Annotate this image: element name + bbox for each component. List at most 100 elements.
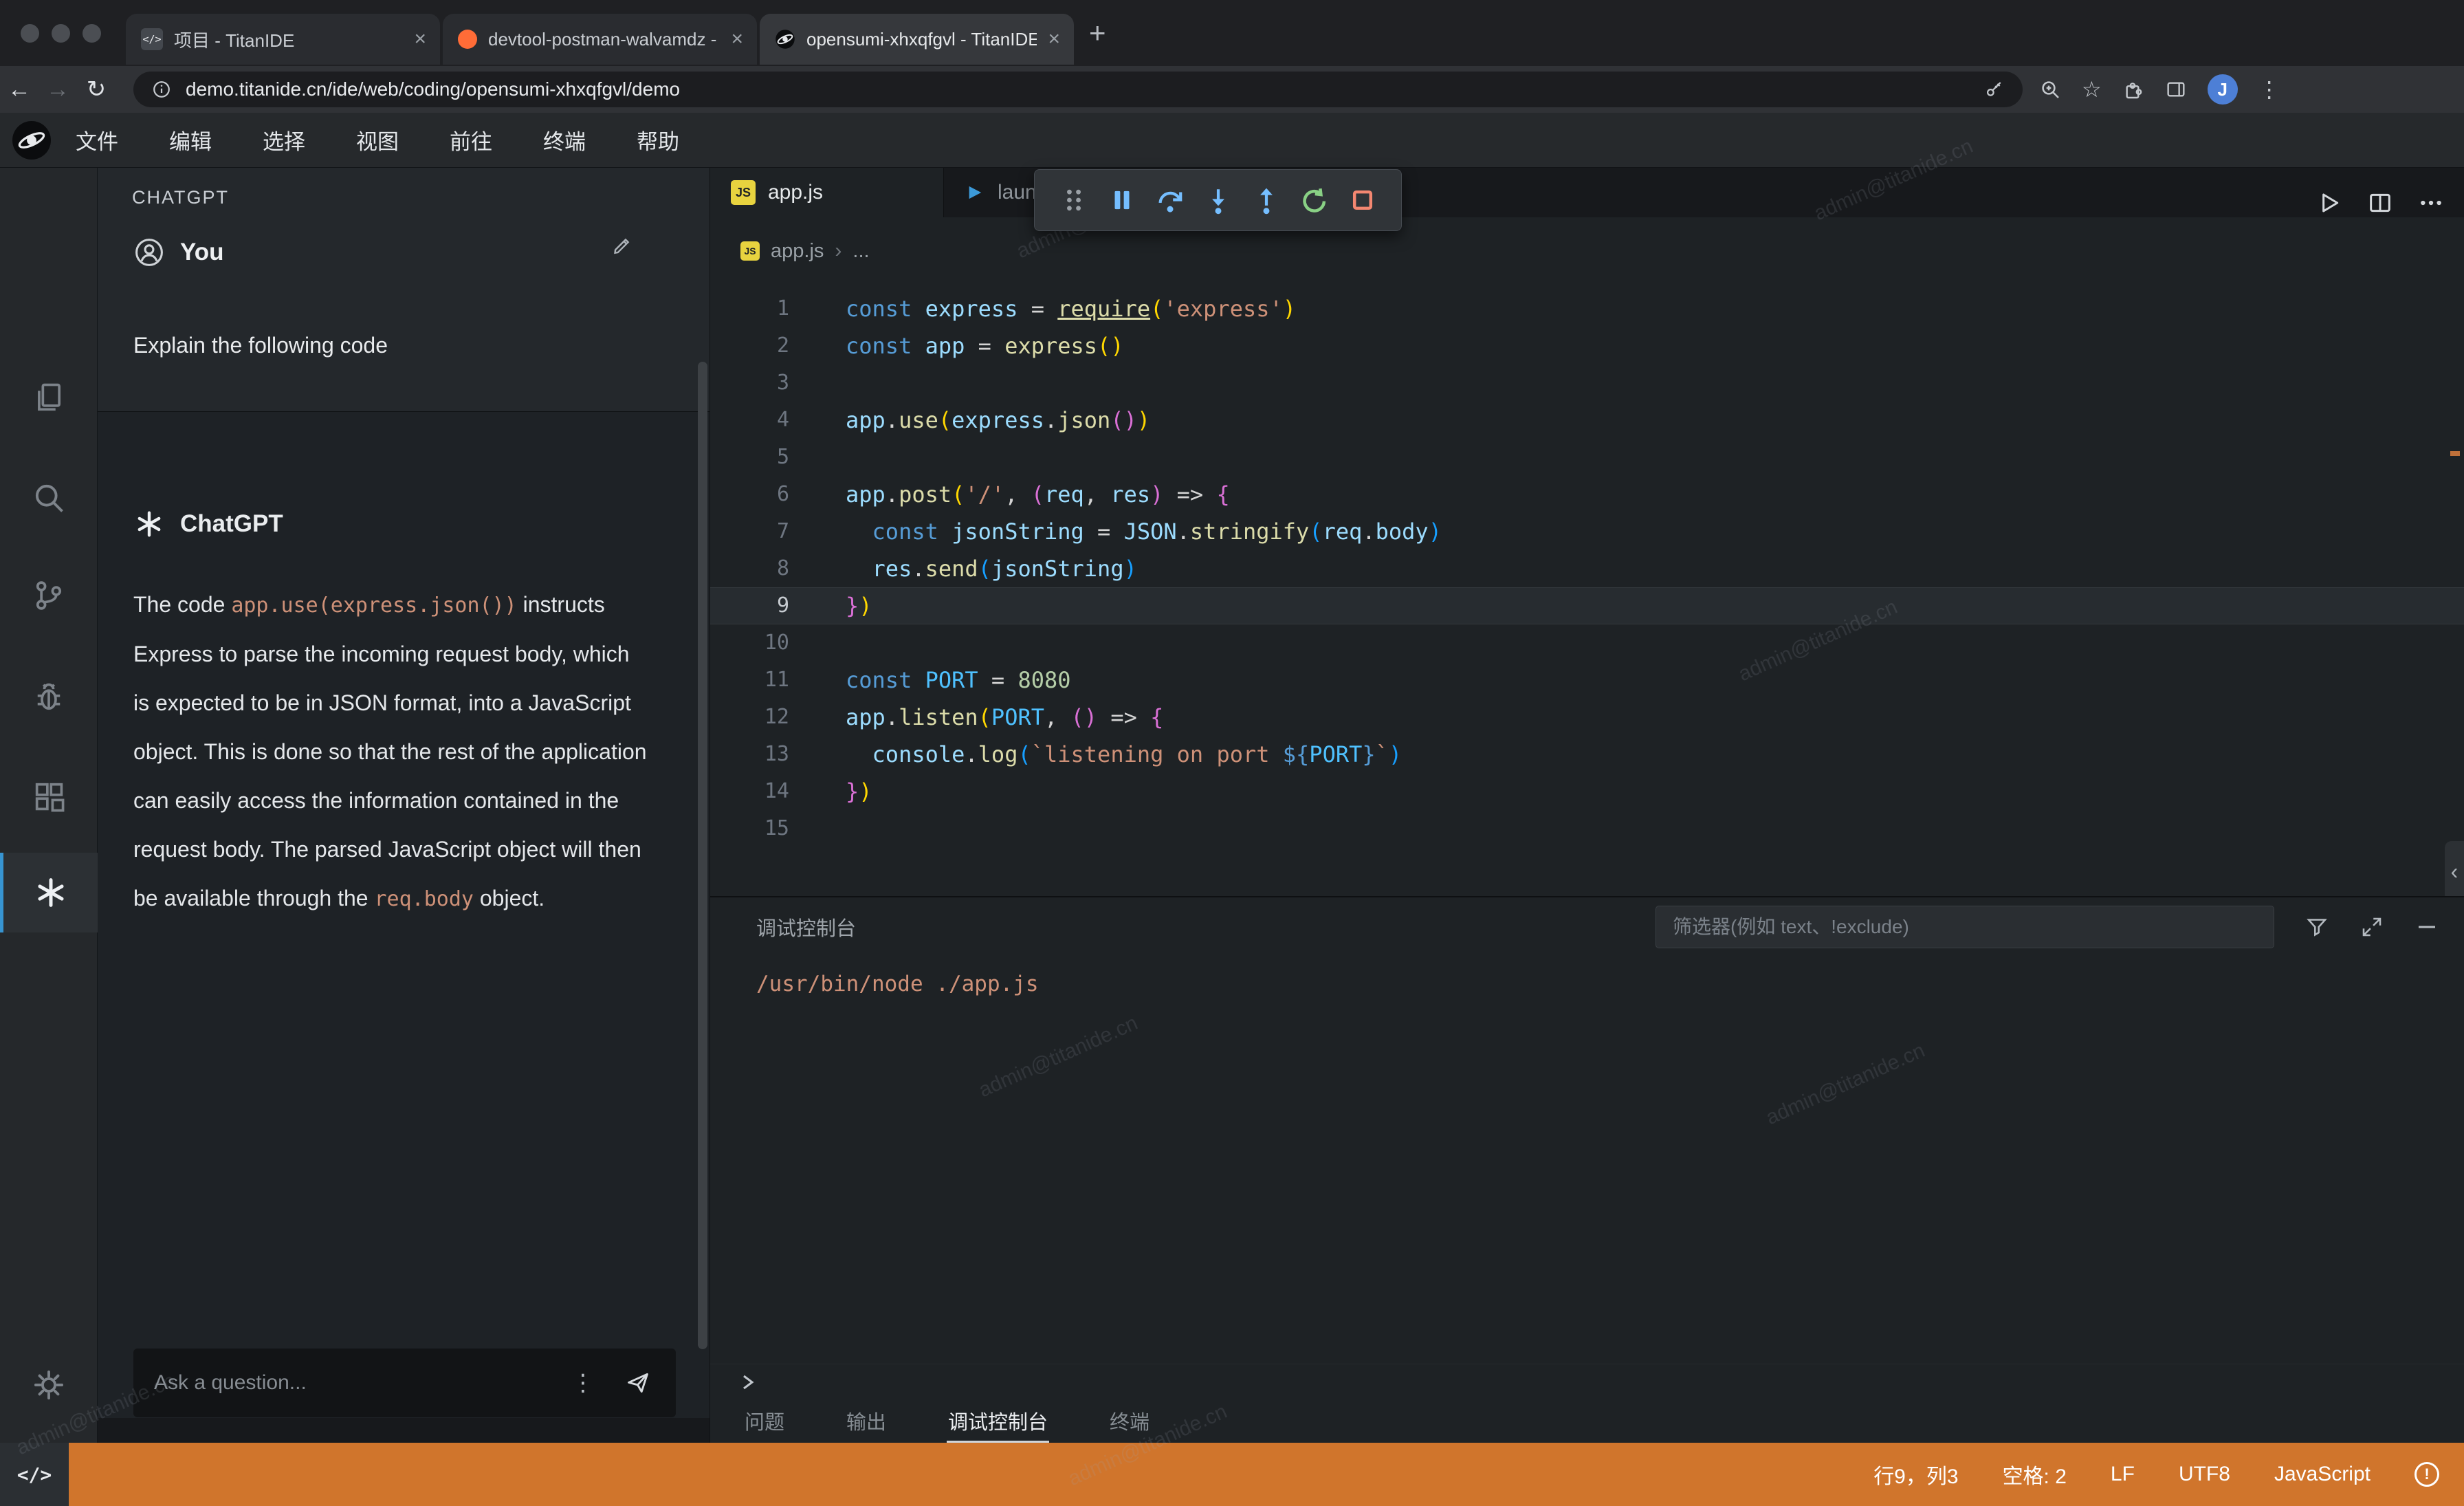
debug-console-panel: 调试控制台 /usr/bin/node ./app.js [710, 896, 2464, 1399]
menu-edit[interactable]: 编辑 [169, 124, 212, 155]
titanide-logo-icon[interactable] [12, 121, 51, 160]
filter-icon[interactable] [2304, 915, 2329, 939]
prompt-chevron-icon [738, 1372, 758, 1393]
editor-tab-appjs[interactable]: JS app.js [710, 168, 944, 217]
status-encoding[interactable]: UTF8 [2179, 1463, 2230, 1486]
chat-scrollbar[interactable] [698, 362, 707, 1349]
bookmark-star-icon[interactable]: ☆ [2082, 76, 2102, 102]
breadcrumb[interactable]: JS app.js › ... [740, 220, 870, 282]
reload-icon[interactable]: ↻ [77, 76, 116, 103]
traffic-light-minimize[interactable] [52, 24, 70, 43]
debug-step-over-icon[interactable] [1156, 186, 1185, 215]
status-cursor-position[interactable]: 行9，列3 [1873, 1459, 1958, 1489]
password-key-icon[interactable] [1984, 79, 2005, 100]
console-filter-input[interactable] [1656, 916, 2274, 938]
search-icon[interactable] [0, 458, 98, 538]
code-line[interactable]: 10 [710, 624, 2464, 662]
code-line[interactable]: 12app.listen(PORT, () => { [710, 699, 2464, 736]
console-output-line: /usr/bin/node ./app.js [756, 972, 1039, 996]
tab-close-icon[interactable]: × [414, 29, 426, 50]
debug-restart-icon[interactable] [1300, 186, 1329, 215]
code-line[interactable]: 13 console.log(`listening on port ${PORT… [710, 736, 2464, 773]
panel-tab-output[interactable]: 输出 [845, 1401, 888, 1441]
code-line[interactable]: 5 [710, 439, 2464, 476]
js-file-icon: JS [740, 241, 760, 261]
menu-go[interactable]: 前往 [450, 124, 492, 155]
status-indentation[interactable]: 空格: 2 [2003, 1459, 2067, 1489]
menu-selection[interactable]: 选择 [263, 124, 305, 155]
browser-tab-active[interactable]: opensumi-xhxqfgvl - TitanIDE × [760, 14, 1074, 65]
zoom-search-icon[interactable] [2039, 78, 2061, 100]
menu-terminal[interactable]: 终端 [543, 124, 586, 155]
code-line[interactable]: 1const express = require('express') [710, 290, 2464, 327]
edit-icon[interactable] [610, 234, 634, 257]
extensions-puzzle-icon[interactable] [2122, 78, 2144, 100]
tab-close-icon[interactable]: × [1048, 29, 1060, 50]
traffic-light-close[interactable] [21, 24, 39, 43]
maximize-panel-icon[interactable] [2360, 915, 2384, 939]
menu-file[interactable]: 文件 [76, 124, 118, 155]
browser-menu-kebab-icon[interactable]: ⋮ [2258, 76, 2280, 102]
source-control-icon[interactable] [0, 556, 98, 635]
address-bar[interactable]: demo.titanide.cn/ide/web/coding/opensumi… [133, 72, 2023, 107]
explorer-files-icon[interactable] [0, 358, 98, 437]
extensions-icon[interactable] [0, 756, 98, 836]
status-language[interactable]: JavaScript [2274, 1463, 2370, 1486]
browser-tab[interactable]: devtool-postman-walvamdz - × [443, 14, 757, 65]
debug-stop-icon[interactable] [1348, 186, 1377, 215]
site-info-icon[interactable] [151, 79, 172, 100]
code-line[interactable]: 4app.use(express.json()) [710, 402, 2464, 439]
code-line[interactable]: 7 const jsonString = JSON.stringify(req.… [710, 513, 2464, 550]
browser-tab[interactable]: </> 项目 - TitanIDE × [126, 14, 440, 65]
dev-mode-icon[interactable]: </> [0, 1443, 69, 1506]
send-icon[interactable] [625, 1370, 651, 1396]
chat-options-kebab-icon[interactable]: ⋮ [571, 1369, 595, 1397]
side-panel-icon[interactable] [2165, 78, 2187, 100]
tab-close-icon[interactable]: × [731, 29, 743, 50]
panel-title: CHATGPT [132, 187, 229, 208]
code-line[interactable]: 8 res.send(jsonString) [710, 550, 2464, 587]
debug-pause-icon[interactable] [1108, 186, 1136, 215]
traffic-light-zoom[interactable] [82, 24, 101, 43]
code-line[interactable]: 14}) [710, 773, 2464, 810]
code-line[interactable]: 9}) [710, 587, 2464, 624]
status-eol[interactable]: LF [2111, 1463, 2135, 1486]
panel-tab-debug-console[interactable]: 调试控制台 [947, 1401, 1049, 1441]
editor-actions [2316, 189, 2445, 217]
back-icon[interactable]: ← [0, 76, 38, 103]
menu-view[interactable]: 视图 [356, 124, 399, 155]
breadcrumb-file[interactable]: app.js [771, 240, 824, 263]
code-line[interactable]: 2const app = express() [710, 327, 2464, 364]
minimize-panel-icon[interactable] [2414, 915, 2439, 939]
right-panel-toggle[interactable]: ‹ [2445, 841, 2464, 902]
notifications-icon[interactable]: ! [2414, 1462, 2439, 1487]
chatgpt-icon[interactable] [0, 853, 98, 932]
console-filter-box[interactable] [1656, 906, 2274, 948]
new-tab-button[interactable]: + [1089, 17, 1106, 50]
url-text[interactable]: demo.titanide.cn/ide/web/coding/opensumi… [186, 78, 1970, 100]
code-line[interactable]: 11const PORT = 8080 [710, 662, 2464, 699]
code-line[interactable]: 3 [710, 364, 2464, 402]
run-play-icon[interactable] [2316, 189, 2343, 217]
split-editor-icon[interactable] [2366, 189, 2394, 217]
debug-bug-icon[interactable] [0, 657, 98, 737]
console-input-row[interactable] [710, 1364, 2464, 1400]
forward-icon[interactable]: → [38, 76, 77, 103]
chat-input[interactable] [133, 1371, 571, 1395]
window-controls [0, 24, 126, 43]
chat-input-box[interactable]: ⋮ [133, 1349, 676, 1417]
more-actions-icon[interactable] [2417, 189, 2445, 217]
breadcrumb-more[interactable]: ... [852, 240, 869, 263]
activity-bar [0, 168, 98, 1443]
debug-step-into-icon[interactable] [1204, 186, 1233, 215]
debug-step-out-icon[interactable] [1252, 186, 1281, 215]
editor-tab-label: app.js [768, 181, 823, 204]
panel-tab-terminal[interactable]: 终端 [1108, 1401, 1151, 1441]
menu-help[interactable]: 帮助 [637, 124, 679, 155]
code-line[interactable]: 15 [710, 810, 2464, 847]
profile-avatar[interactable]: J [2208, 74, 2238, 105]
drag-gripper-icon[interactable] [1059, 186, 1088, 215]
code-line[interactable]: 6app.post('/', (req, res) => { [710, 476, 2464, 513]
panel-tab-problems[interactable]: 问题 [743, 1401, 786, 1441]
settings-gear-icon[interactable] [0, 1345, 98, 1425]
